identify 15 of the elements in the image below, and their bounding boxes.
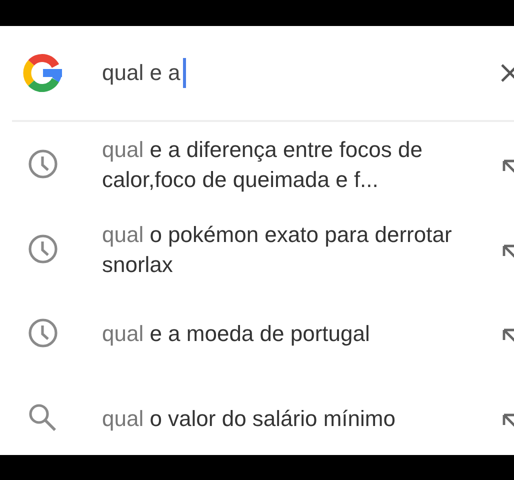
arrow-icon <box>502 328 514 344</box>
suggestion-item[interactable]: qual o valor do salário mínimo <box>102 404 472 434</box>
suggestion-item[interactable]: qual o pokémon exato para derrotar snorlax <box>102 220 472 280</box>
google-logo-icon <box>22 52 64 94</box>
suggestion-item[interactable]: qual e a diferença entre focos de calor,foco de queimada e f... <box>102 135 472 196</box>
arrow-icon <box>502 412 514 429</box>
arrow-icon <box>502 244 514 260</box>
clock-icon <box>28 318 58 348</box>
close-icon <box>500 63 514 83</box>
suggestion-item[interactable]: qual e a moeda de portugal <box>102 319 472 350</box>
search-field[interactable]: qual e a <box>102 56 500 90</box>
clock-icon <box>28 149 58 180</box>
clock-icon <box>28 234 58 264</box>
search-icon <box>28 402 58 433</box>
arrow-icon <box>502 159 514 176</box>
